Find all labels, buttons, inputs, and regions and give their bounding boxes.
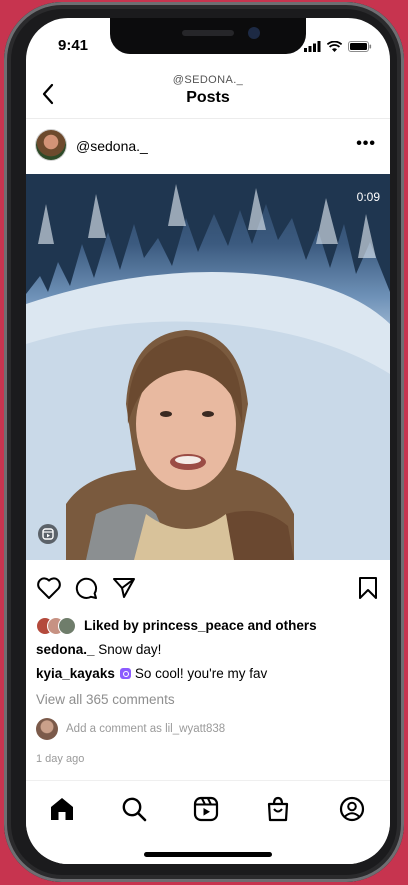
status-icons bbox=[304, 40, 372, 52]
avatar bbox=[58, 617, 76, 635]
home-icon[interactable] bbox=[48, 795, 76, 823]
post-video[interactable]: 0:09 bbox=[26, 174, 390, 560]
subscriber-badge-icon bbox=[119, 668, 131, 679]
video-duration: 0:09 bbox=[356, 190, 380, 204]
notch-camera bbox=[248, 27, 260, 39]
heart-icon[interactable] bbox=[36, 576, 62, 600]
post-actions bbox=[26, 570, 390, 604]
tab-bar bbox=[26, 780, 390, 864]
bookmark-icon[interactable] bbox=[358, 576, 378, 600]
status-time: 9:41 bbox=[58, 37, 89, 54]
liker-avatars bbox=[36, 617, 76, 635]
profile-icon[interactable] bbox=[338, 795, 366, 823]
add-comment-input[interactable]: Add a comment as lil_wyatt838 bbox=[66, 723, 225, 735]
video-frame bbox=[26, 174, 390, 560]
signal-icon bbox=[304, 40, 321, 52]
home-indicator bbox=[144, 852, 272, 857]
header-handle: @SEDONA._ bbox=[172, 74, 244, 86]
comment-icon[interactable] bbox=[74, 576, 98, 600]
battery-icon bbox=[348, 40, 372, 52]
view-all-comments-link[interactable]: View all 365 comments bbox=[36, 692, 175, 707]
avatar[interactable] bbox=[36, 130, 66, 160]
more-horizontal-icon[interactable]: ••• bbox=[356, 135, 376, 153]
page-title: Posts bbox=[186, 89, 230, 106]
notch-speaker bbox=[182, 30, 234, 36]
send-icon[interactable] bbox=[112, 576, 136, 600]
avatar bbox=[36, 718, 58, 740]
camera-notch bbox=[110, 18, 306, 54]
post-username[interactable]: @sedona._ bbox=[76, 138, 148, 154]
top-comment: kyia_kayaks So cool! you're my fav bbox=[36, 666, 267, 681]
phone-frame: 9:41 @SEDONA._ Posts @sedona._ ••• 0:09 … bbox=[4, 2, 404, 882]
liked-by-text: Liked by princess_peace and others bbox=[84, 618, 317, 633]
comment-username[interactable]: kyia_kayaks bbox=[36, 666, 115, 681]
likes-row[interactable]: Liked by princess_peace and others bbox=[36, 616, 380, 636]
caption-text: Snow day! bbox=[98, 642, 162, 657]
reels-icon[interactable] bbox=[192, 795, 220, 823]
add-comment-row[interactable]: Add a comment as lil_wyatt838 bbox=[36, 718, 380, 742]
comment-text: So cool! you're my fav bbox=[134, 666, 268, 681]
post-caption: sedona._ Snow day! bbox=[36, 642, 161, 657]
reel-icon bbox=[38, 524, 58, 544]
shop-icon[interactable] bbox=[264, 795, 292, 823]
caption-username[interactable]: sedona._ bbox=[36, 642, 95, 657]
posts-header: @SEDONA._ Posts bbox=[26, 62, 390, 119]
phone-screen: 9:41 @SEDONA._ Posts @sedona._ ••• 0:09 … bbox=[26, 18, 390, 864]
post-timestamp: 1 day ago bbox=[36, 753, 85, 765]
post-header: @sedona._ ••• bbox=[26, 126, 390, 170]
wifi-icon bbox=[327, 40, 342, 52]
search-icon[interactable] bbox=[120, 795, 148, 823]
